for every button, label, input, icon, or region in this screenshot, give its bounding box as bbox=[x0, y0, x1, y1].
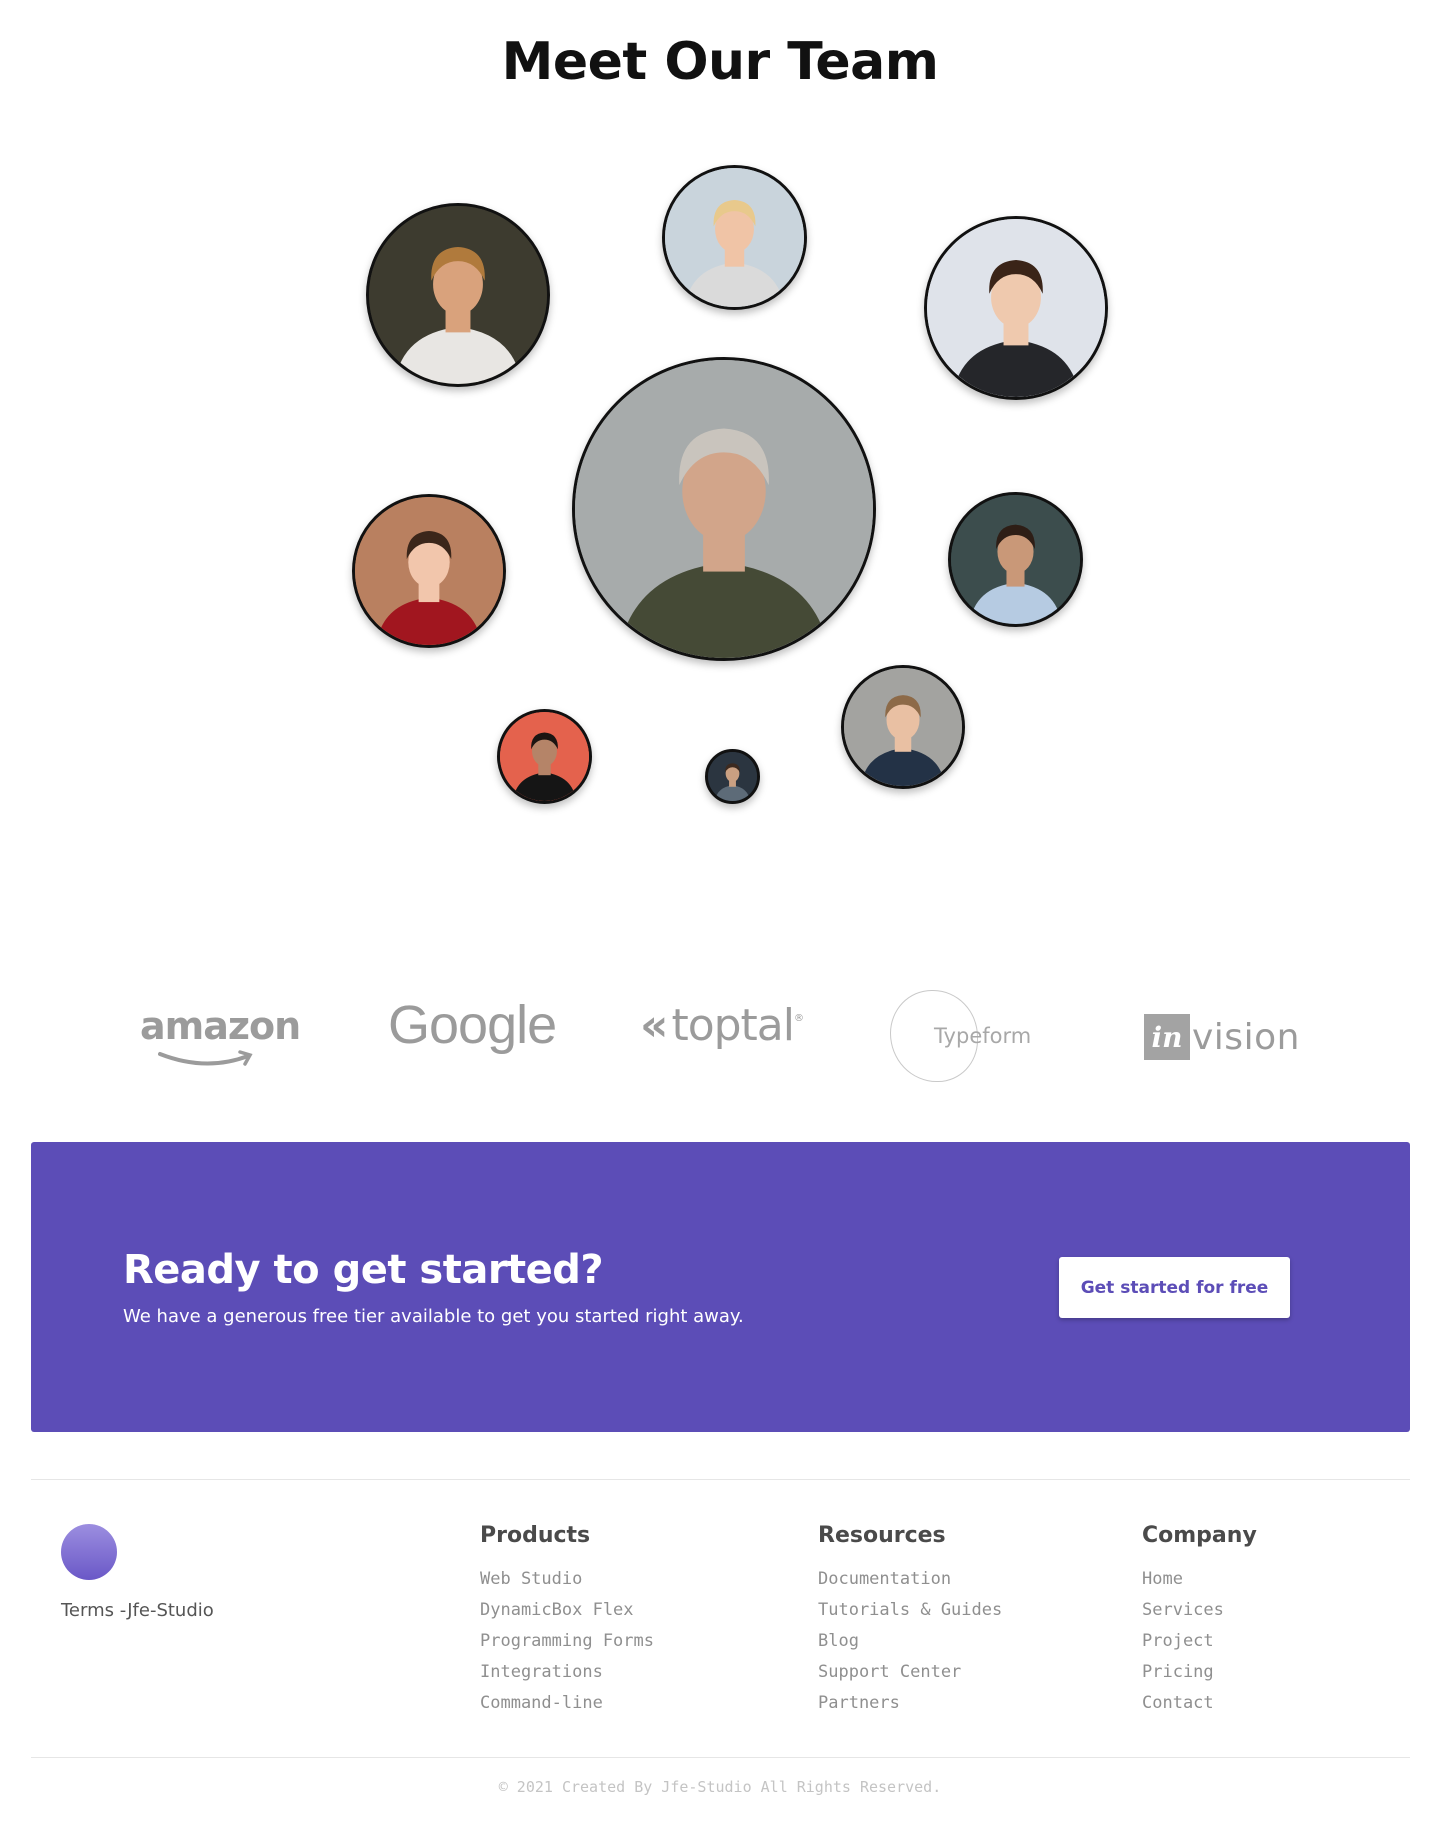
cta-title: Ready to get started? bbox=[123, 1247, 604, 1293]
team-member-avatar[interactable] bbox=[948, 492, 1083, 627]
copyright-text: © 2021 Created By Jfe-Studio All Rights … bbox=[498, 1778, 942, 1796]
invision-box-icon: in bbox=[1144, 1014, 1190, 1060]
amazon-logo-text: amazon bbox=[140, 1004, 301, 1048]
footer-link-blog[interactable]: Blog bbox=[818, 1626, 1002, 1657]
footer-link-pricing[interactable]: Pricing bbox=[1142, 1657, 1257, 1688]
toptal-mark-icon: « bbox=[640, 1000, 668, 1051]
footer-link-web-studio[interactable]: Web Studio bbox=[480, 1564, 654, 1595]
footer-heading-company: Company bbox=[1142, 1523, 1257, 1548]
footer-divider bbox=[31, 1479, 1410, 1480]
footer-link-project[interactable]: Project bbox=[1142, 1626, 1257, 1657]
cta-subtitle: We have a generous free tier available t… bbox=[123, 1306, 744, 1327]
footer-bottom-divider bbox=[31, 1757, 1410, 1758]
team-member-avatar[interactable] bbox=[352, 494, 506, 648]
get-started-button[interactable]: Get started for free bbox=[1059, 1257, 1290, 1318]
invision-logo: in vision bbox=[1144, 1014, 1300, 1060]
footer-link-support-center[interactable]: Support Center bbox=[818, 1657, 1002, 1688]
terms-link[interactable]: Terms -Jfe-Studio bbox=[61, 1600, 214, 1621]
toptal-logo: « toptal ® bbox=[640, 1000, 804, 1051]
amazon-logo: amazon bbox=[140, 1004, 301, 1066]
footer-link-documentation[interactable]: Documentation bbox=[818, 1564, 1002, 1595]
typeform-logo-text: Typeform bbox=[934, 1024, 1032, 1048]
toptal-logo-text: toptal bbox=[671, 1000, 795, 1051]
team-member-avatar[interactable] bbox=[841, 665, 965, 789]
footer-link-home[interactable]: Home bbox=[1142, 1564, 1257, 1595]
registered-icon: ® bbox=[793, 1013, 804, 1024]
team-member-avatar[interactable] bbox=[705, 749, 760, 804]
footer-link-services[interactable]: Services bbox=[1142, 1595, 1257, 1626]
invision-logo-text: vision bbox=[1192, 1016, 1300, 1058]
team-member-avatar[interactable] bbox=[497, 709, 592, 804]
team-section: Meet Our Team bbox=[0, 0, 1440, 820]
brand-logo-icon[interactable] bbox=[61, 1524, 117, 1580]
footer-link-tutorials[interactable]: Tutorials & Guides bbox=[818, 1595, 1002, 1626]
cta-banner: Ready to get started? We have a generous… bbox=[31, 1142, 1410, 1432]
amazon-smile-icon bbox=[158, 1050, 253, 1066]
footer-link-integrations[interactable]: Integrations bbox=[480, 1657, 654, 1688]
footer-heading-resources: Resources bbox=[818, 1523, 946, 1548]
footer-link-contact[interactable]: Contact bbox=[1142, 1688, 1257, 1719]
team-member-avatar[interactable] bbox=[662, 165, 807, 310]
team-member-avatar[interactable] bbox=[366, 203, 550, 387]
footer-link-dynamicbox-flex[interactable]: DynamicBox Flex bbox=[480, 1595, 654, 1626]
footer-heading-products: Products bbox=[480, 1523, 591, 1548]
footer-column-resources: Resources Documentation Tutorials & Guid… bbox=[818, 1523, 1002, 1719]
team-member-avatar[interactable] bbox=[572, 357, 876, 661]
google-logo: Google bbox=[388, 995, 557, 1055]
footer-link-partners[interactable]: Partners bbox=[818, 1688, 1002, 1719]
typeform-logo: Typeform bbox=[890, 990, 1040, 1082]
footer-column-products: Products Web Studio DynamicBox Flex Prog… bbox=[480, 1523, 654, 1719]
team-title: Meet Our Team bbox=[501, 32, 939, 92]
partner-logos: amazon Google « toptal ® Typeform in visi… bbox=[0, 990, 1440, 1100]
team-member-avatar[interactable] bbox=[924, 216, 1108, 400]
footer-link-programming-forms[interactable]: Programming Forms bbox=[480, 1626, 654, 1657]
footer-column-company: Company Home Services Project Pricing Co… bbox=[1142, 1523, 1257, 1719]
footer-link-command-line[interactable]: Command-line bbox=[480, 1688, 654, 1719]
